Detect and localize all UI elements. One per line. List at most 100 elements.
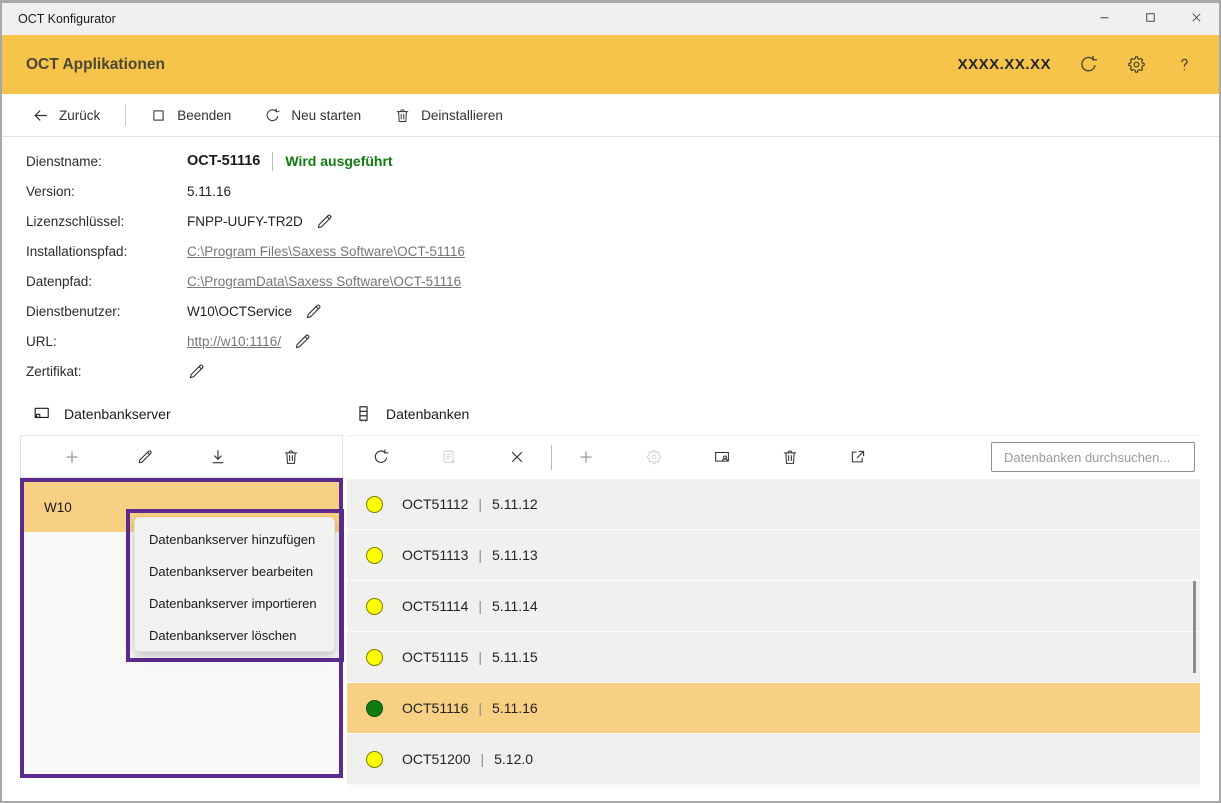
- uninstall-button[interactable]: Deinstallieren: [394, 107, 503, 124]
- service-user-value: W10\OCTService: [187, 304, 292, 319]
- data-path-label: Datenpfad:: [26, 274, 187, 289]
- stop-label: Beenden: [177, 108, 231, 123]
- settings-gear-icon[interactable]: [1126, 54, 1147, 75]
- user-access-button[interactable]: [702, 441, 742, 473]
- refresh-databases-button[interactable]: [361, 441, 401, 473]
- database-name: OCT51112: [402, 496, 468, 512]
- database-row[interactable]: OCT51113 | 5.11.13: [347, 530, 1200, 580]
- database-row[interactable]: OCT51200 | 5.12.0: [347, 734, 1200, 784]
- menu-item-import-server[interactable]: Datenbankserver importieren: [135, 587, 334, 619]
- status-dot: [366, 751, 383, 768]
- edit-icon: [136, 448, 154, 466]
- service-details: Dienstname: OCT-51116 Wird ausgeführt Ve…: [2, 146, 1219, 386]
- script-add-icon: [440, 448, 458, 466]
- status-dot: [366, 598, 383, 615]
- url-link[interactable]: http://w10:1116/: [187, 334, 281, 349]
- edit-service-user-icon[interactable]: [304, 302, 323, 321]
- stop-icon: [150, 107, 167, 124]
- stop-service-button[interactable]: Beenden: [150, 107, 231, 124]
- refresh-icon[interactable]: [1078, 54, 1099, 75]
- certificate-row: Zertifikat:: [2, 356, 1219, 386]
- service-status-badge: Wird ausgeführt: [285, 153, 392, 169]
- header-actions: XXXX.XX.XX: [958, 54, 1195, 75]
- pipe-separator: |: [478, 598, 482, 614]
- title-bar: OCT Konfigurator: [2, 0, 1219, 35]
- version-row: Version: 5.11.16: [2, 176, 1219, 206]
- menu-item-edit-server[interactable]: Datenbankserver bearbeiten: [135, 555, 334, 587]
- cancel-x-icon: [508, 448, 526, 466]
- edit-url-icon[interactable]: [293, 332, 312, 351]
- database-row[interactable]: OCT51112 | 5.11.12: [347, 479, 1200, 529]
- restart-icon: [264, 107, 281, 124]
- vertical-scrollbar-thumb[interactable]: [1193, 581, 1196, 673]
- version-value: 5.11.16: [187, 184, 231, 199]
- close-button[interactable]: [1173, 3, 1219, 32]
- data-path-row: Datenpfad: C:\ProgramData\Saxess Softwar…: [2, 266, 1219, 296]
- help-icon[interactable]: [1174, 54, 1195, 75]
- command-bar: Zurück Beenden Neu starten Deinstalliere…: [2, 94, 1219, 137]
- data-path-link[interactable]: C:\ProgramData\Saxess Software\OCT-51116: [187, 274, 461, 289]
- command-bar-separator: [125, 104, 126, 126]
- close-icon: [1189, 10, 1204, 25]
- uninstall-label: Deinstallieren: [421, 108, 503, 123]
- edit-license-icon[interactable]: [315, 212, 334, 231]
- back-button[interactable]: Zurück: [32, 107, 100, 124]
- edit-server-button[interactable]: [125, 441, 165, 473]
- add-server-button[interactable]: [52, 441, 92, 473]
- pipe-separator: |: [478, 700, 482, 716]
- database-row[interactable]: OCT51115 | 5.11.15: [347, 632, 1200, 682]
- status-separator: [272, 152, 273, 171]
- status-dot: [366, 700, 383, 717]
- service-name-row: Dienstname: OCT-51116 Wird ausgeführt: [2, 146, 1219, 176]
- import-server-button[interactable]: [198, 441, 238, 473]
- database-list: OCT51112 | 5.11.12 OCT51113 | 5.11.13 OC…: [347, 479, 1200, 790]
- status-dot: [366, 547, 383, 564]
- page-title: OCT Applikationen: [26, 56, 165, 74]
- window-title: OCT Konfigurator: [18, 12, 116, 26]
- menu-item-add-server[interactable]: Datenbankserver hinzufügen: [135, 523, 334, 555]
- install-path-row: Installationspfad: C:\Program Files\Saxe…: [2, 236, 1219, 266]
- context-menu: Datenbankserver hinzufügen Datenbankserv…: [134, 517, 335, 652]
- license-row: Lizenzschlüssel: FNPP-UUFY-TR2D: [2, 206, 1219, 236]
- service-user-row: Dienstbenutzer: W10\OCTService: [2, 296, 1219, 326]
- uninstall-trash-icon: [394, 107, 411, 124]
- context-menu-focus-frame: Datenbankserver hinzufügen Datenbankserv…: [126, 509, 344, 662]
- add-database-button[interactable]: [566, 441, 606, 473]
- cancel-button[interactable]: [497, 441, 537, 473]
- database-name: OCT51200: [402, 751, 470, 767]
- add-icon: [577, 448, 595, 466]
- share-database-button[interactable]: [838, 441, 878, 473]
- window-controls: [1081, 3, 1219, 32]
- database-version: 5.11.12: [492, 496, 538, 512]
- database-row[interactable]: OCT51114 | 5.11.14: [347, 581, 1200, 631]
- delete-database-button[interactable]: [770, 441, 810, 473]
- restart-label: Neu starten: [291, 108, 361, 123]
- service-name-value: OCT-51116: [187, 153, 260, 169]
- menu-item-delete-server[interactable]: Datenbankserver löschen: [135, 619, 334, 651]
- minimize-button[interactable]: [1081, 3, 1127, 32]
- database-row-selected[interactable]: OCT51116 | 5.11.16: [347, 683, 1200, 733]
- share-icon: [849, 448, 867, 466]
- database-version: 5.11.15: [492, 649, 538, 665]
- install-path-link[interactable]: C:\Program Files\Saxess Software\OCT-511…: [187, 244, 465, 259]
- version-label: Version:: [26, 184, 187, 199]
- server-panel-title: Datenbankserver: [64, 406, 171, 422]
- database-version: 5.11.14: [492, 598, 538, 614]
- status-dot: [366, 496, 383, 513]
- db-panel-header: Datenbanken: [354, 404, 469, 423]
- license-label: Lizenzschlüssel:: [26, 214, 187, 229]
- import-icon: [209, 448, 227, 466]
- maximize-button[interactable]: [1127, 3, 1173, 32]
- server-toolbar: [20, 435, 343, 478]
- install-path-label: Installationspfad:: [26, 244, 187, 259]
- database-search-input[interactable]: [991, 442, 1195, 472]
- edit-certificate-icon[interactable]: [187, 362, 206, 381]
- service-user-label: Dienstbenutzer:: [26, 304, 187, 319]
- delete-server-button[interactable]: [271, 441, 311, 473]
- app-version: XXXX.XX.XX: [958, 56, 1051, 73]
- restart-service-button[interactable]: Neu starten: [264, 107, 361, 124]
- url-row: URL: http://w10:1116/: [2, 326, 1219, 356]
- database-server-icon: [32, 404, 51, 423]
- maximize-icon: [1143, 10, 1158, 25]
- settings-gear-icon: [645, 448, 663, 466]
